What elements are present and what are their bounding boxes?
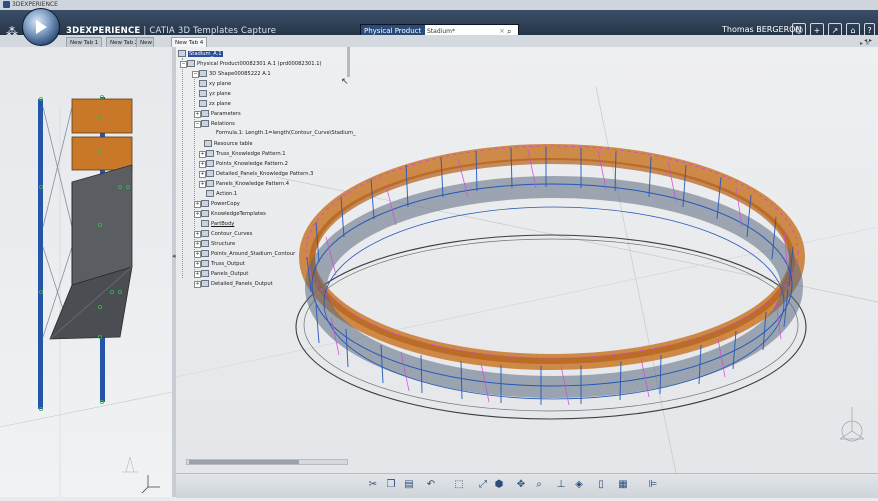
expand-toggle[interactable]: + [199,171,206,178]
horizontal-scrollbar[interactable] [186,459,348,465]
expand-toggle[interactable]: + [194,211,201,218]
expand-toggle[interactable]: + [199,151,206,158]
knowledge-templates-icon [201,210,209,217]
truss-preview-model[interactable] [0,47,173,497]
plane-icon [199,80,207,87]
tree-node-partbody[interactable]: PartBody [201,220,234,228]
zoom-icon[interactable]: ⌕ [532,478,546,492]
fit-all-icon[interactable]: ⤢ [476,478,490,492]
expand-toggle[interactable]: − [180,61,187,68]
3d-shape-icon [199,70,207,77]
scrollbar-thumb[interactable] [189,460,299,464]
tree-node-truss-output[interactable]: Truss_Output [201,260,245,268]
paste-icon[interactable]: ▤ [402,478,416,492]
select-icon[interactable]: ⬚ [452,478,466,492]
isometric-icon[interactable]: ◈ [572,478,586,492]
stadium-3d-model[interactable] [175,47,878,474]
normal-view-icon[interactable]: ⊥ [554,478,568,492]
action-icon [206,190,214,197]
physical-product-icon [187,60,195,67]
tree-node-points-around-contour[interactable]: Points_Around_Stadium_Contour [201,250,295,258]
partbody-icon [201,220,209,227]
expand-toggle[interactable]: − [194,121,201,128]
action-bar: ✂ ❐ ▤ ↶ ⬚ ⤢ ⬢ ✥ ⌕ ⊥ ◈ ▯ ▦ ⊫ [176,473,878,498]
parameters-icon [201,110,209,117]
app-logo-icon [3,1,10,8]
knowledge-pattern-icon [206,150,214,157]
tree-toggle-icon[interactable]: ⊫ [646,478,660,492]
knowledge-pattern-icon [206,160,214,167]
tree-node-truss-pattern[interactable]: Truss_Knowledge Pattern.1 [206,150,286,158]
expand-toggle[interactable]: + [194,241,201,248]
collapse-arrow-icon[interactable]: ◂ [172,252,176,260]
tree-node-3d-shape[interactable]: 3D Shape00085222 A.1 [199,70,271,78]
plane-icon [199,100,207,107]
tree-node-detailed-panels-pattern[interactable]: Detailed_Panels_Knowledge Pattern.3 [206,170,313,178]
tree-node-physical-product[interactable]: Physical Product00082301 A.1 (prd0008230… [187,60,322,68]
tree-node-detailed-panels-output[interactable]: Detailed_Panels_Output [201,280,273,288]
expand-toggle[interactable]: + [194,201,201,208]
compass-icon[interactable] [22,8,60,46]
cut-icon[interactable]: ✂ [366,478,380,492]
geometrical-set-icon [201,240,209,247]
expand-toggle[interactable]: − [192,71,199,78]
tree-node-zx-plane[interactable]: zx plane [199,100,231,108]
viewport-compass-icon[interactable] [839,407,865,442]
expand-toggle[interactable]: + [194,271,201,278]
template-preview-pane [0,47,173,497]
render-style-icon[interactable]: ▦ [616,478,630,492]
tree-node-resource-table[interactable]: Resource table [204,140,253,148]
tree-node-formula[interactable]: Formula.1: Length.1=length(Contour_Curve… [216,130,356,137]
expand-toggle[interactable]: + [199,181,206,188]
product-icon [178,50,186,57]
tree-node-powercopy[interactable]: PowerCopy [201,200,240,208]
tree-node-action[interactable]: Action.1 [206,190,237,198]
tree-node-contour-curves[interactable]: Contour_Curves [201,230,252,238]
resource-table-icon [204,140,212,147]
tree-node-structure[interactable]: Structure [201,240,235,248]
pan-icon[interactable]: ✥ [514,478,528,492]
user-name[interactable]: Thomas BERGERON [722,25,801,34]
3d-viewport[interactable] [175,47,878,474]
tree-scrollbar[interactable] [347,47,350,77]
expand-toggle[interactable]: + [194,261,201,268]
undo-icon[interactable]: ↶ [424,478,438,492]
tree-node-knowledge-templates[interactable]: KnowledgeTemplates [201,210,266,218]
tree-node-stadium[interactable]: Stadium_A.1 [178,50,223,58]
axis-compass-icon [141,475,160,494]
relations-icon [201,120,209,127]
geometrical-set-icon [201,230,209,237]
knowledge-pattern-icon [206,180,214,187]
knowledge-pattern-icon [206,170,214,177]
expand-toggle[interactable]: + [194,281,201,288]
geometrical-set-icon [201,270,209,277]
mouse-cursor-icon: ↖ [341,77,349,87]
tree-node-relations[interactable]: Relations [201,120,235,128]
top-header: ⁂ 3DEXPERIENCE | CATIA 3D Templates Capt… [0,10,878,48]
plane-icon [199,90,207,97]
tree-node-yz-plane[interactable]: yz plane [199,90,231,98]
tree-node-panels-output[interactable]: Panels_Output [201,270,248,278]
expand-toggle[interactable]: + [199,161,206,168]
tree-node-xy-plane[interactable]: xy plane [199,80,231,88]
tree-node-points-pattern[interactable]: Points_Knowledge Pattern.2 [206,160,288,168]
expand-toggle[interactable]: + [194,111,201,118]
view-cube-icon[interactable]: ⬢ [492,478,506,492]
geometrical-set-icon [201,280,209,287]
expand-toggle[interactable]: + [194,231,201,238]
viewport-options-icon[interactable]: ▸ × [860,40,870,47]
copy-icon[interactable]: ❐ [384,478,398,492]
powercopy-icon [201,200,209,207]
hide-show-icon[interactable]: ▯ [594,478,608,492]
geometrical-set-icon [201,250,209,257]
expand-toggle[interactable]: + [194,251,201,258]
play-icon [36,20,47,34]
tree-node-parameters[interactable]: Parameters [201,110,241,118]
tree-node-panels-pattern[interactable]: Panels_Knowledge Pattern.4 [206,180,289,188]
geometrical-set-icon [201,260,209,267]
